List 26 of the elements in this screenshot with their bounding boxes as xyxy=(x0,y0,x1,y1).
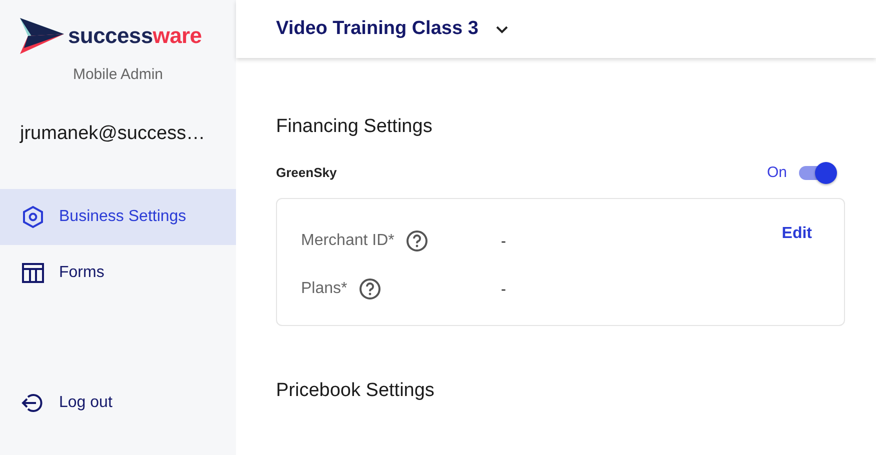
help-icon[interactable] xyxy=(359,278,382,300)
provider-name: GreenSky xyxy=(276,165,337,180)
logo-text: ware xyxy=(152,23,202,49)
arrow-logo-icon xyxy=(20,18,64,54)
field-value: - xyxy=(501,280,506,298)
sidebar-item-label: Forms xyxy=(59,264,104,282)
hexagon-icon xyxy=(21,205,45,229)
location-title: Video Training Class 3 xyxy=(276,18,478,40)
sidebar-item-label: Business Settings xyxy=(59,208,186,226)
sidebar-item[interactable]: Forms xyxy=(0,245,236,301)
edit-link[interactable]: Edit xyxy=(782,225,812,243)
toggle-status: On xyxy=(766,164,787,181)
table-icon xyxy=(21,261,45,285)
logout-label: Log out xyxy=(59,394,112,412)
field-label: Merchant ID* xyxy=(301,232,394,250)
section-title: Financing Settings xyxy=(276,116,434,138)
section-title: Pricebook Settings xyxy=(276,380,436,402)
field-value: - xyxy=(501,232,506,250)
sidebar-item[interactable]: Business Settings xyxy=(0,189,236,245)
user-email: jrumanek@success… xyxy=(20,123,206,145)
logo-text: success xyxy=(68,23,153,49)
app-subtitle: Mobile Admin xyxy=(72,66,164,83)
help-icon[interactable] xyxy=(406,230,428,252)
field-label: Plans* xyxy=(301,280,348,298)
logout-icon xyxy=(21,391,45,415)
logout-item[interactable]: Log out xyxy=(0,375,236,431)
